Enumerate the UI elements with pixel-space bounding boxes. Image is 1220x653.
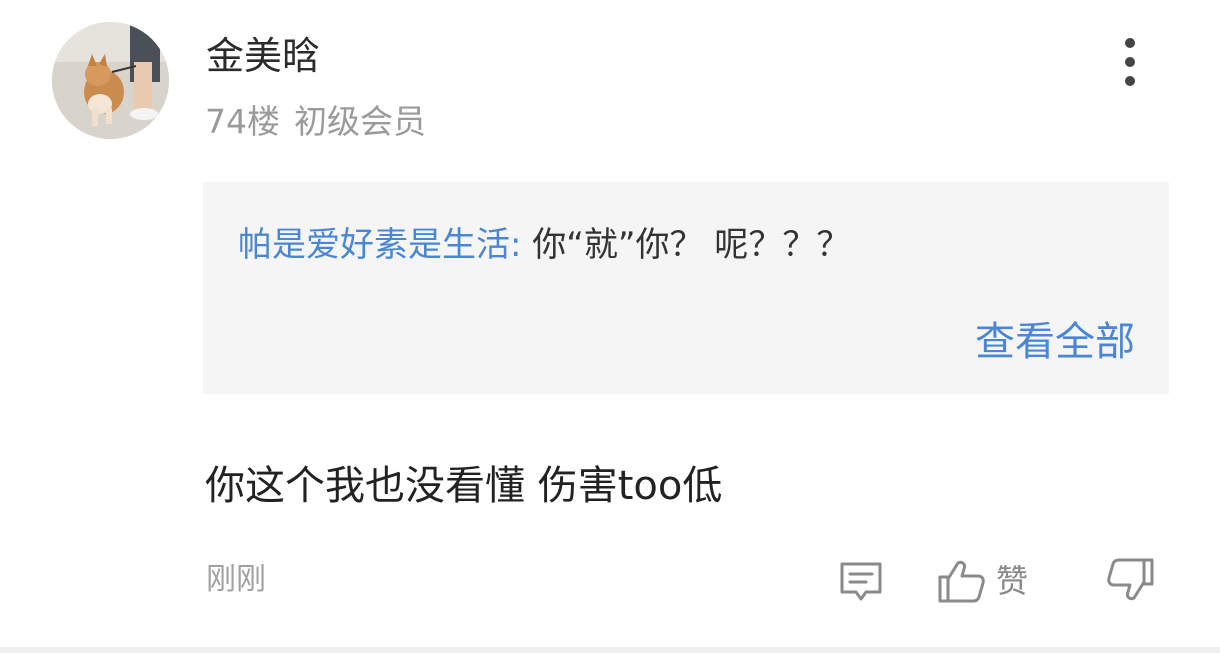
quote-author[interactable]: 帕是爱好素是生活:	[238, 225, 521, 265]
member-level: 初级会员	[294, 102, 426, 141]
more-options-button[interactable]	[1112, 36, 1148, 88]
like-button[interactable]: 赞	[936, 556, 1028, 606]
comment-text: 你这个我也没看懂 伤害too低	[205, 463, 723, 509]
view-all-link[interactable]: 查看全部	[975, 316, 1135, 368]
comment-icon	[840, 562, 882, 601]
more-vertical-icon	[1125, 38, 1135, 48]
avatar[interactable]	[52, 22, 169, 139]
quote-line: 帕是爱好素是生活: 你“就”你？ 呢？？？	[238, 222, 850, 268]
divider	[0, 647, 1220, 653]
timestamp: 刚刚	[206, 562, 266, 597]
dislike-button[interactable]	[1104, 556, 1156, 606]
reply-button[interactable]	[836, 558, 886, 606]
thumbs-up-icon	[938, 560, 985, 603]
thumbs-down-icon	[1107, 558, 1154, 601]
like-label: 赞	[996, 562, 1029, 600]
comment-meta: 74楼 初级会员	[205, 100, 426, 144]
floor-number: 74楼	[205, 102, 280, 141]
quote-text: 你“就”你？ 呢？？？	[532, 225, 851, 265]
username[interactable]: 金美晗	[206, 30, 320, 82]
quoted-reply[interactable]: 帕是爱好素是生活: 你“就”你？ 呢？？？ 查看全部	[203, 182, 1169, 394]
